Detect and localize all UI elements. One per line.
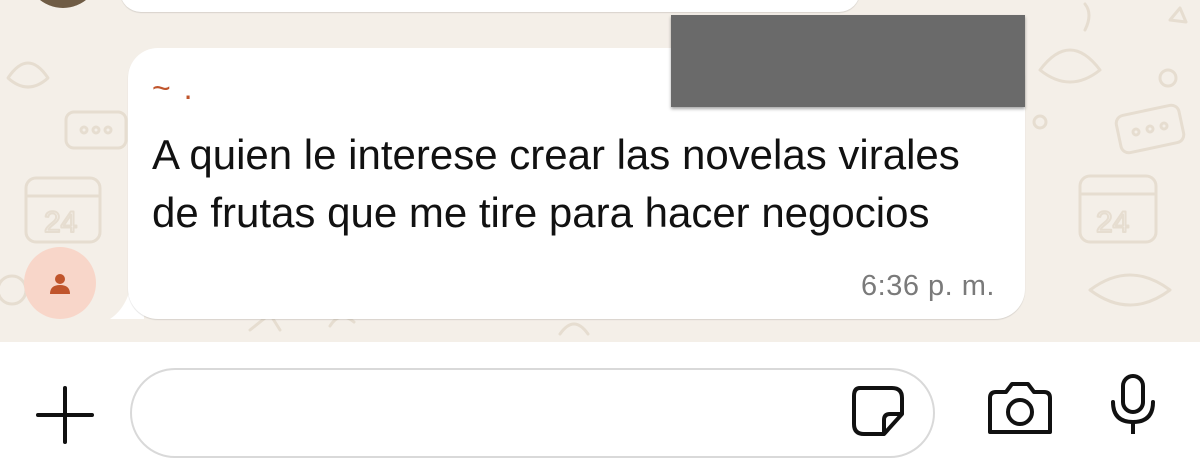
message-input[interactable]: [130, 368, 935, 458]
svg-text:24: 24: [1096, 206, 1129, 239]
redacted-region: [671, 15, 1025, 107]
camera-icon[interactable]: [984, 380, 1056, 436]
svg-text:24: 24: [44, 206, 77, 239]
message-timestamp: 6:36 p. m.: [861, 270, 995, 302]
chat-area: 24 24 ~ . A quien le interese crear las …: [0, 0, 1200, 342]
sender-avatar[interactable]: [24, 247, 96, 319]
sender-name[interactable]: ~ .: [152, 68, 194, 108]
sticker-icon[interactable]: [848, 384, 908, 438]
person-icon: [50, 274, 70, 294]
plus-icon[interactable]: [34, 384, 96, 446]
previous-message-bubble[interactable]: [120, 0, 860, 12]
microphone-icon[interactable]: [1108, 374, 1158, 436]
message-text: A quien le interese crear las novelas vi…: [152, 131, 960, 236]
